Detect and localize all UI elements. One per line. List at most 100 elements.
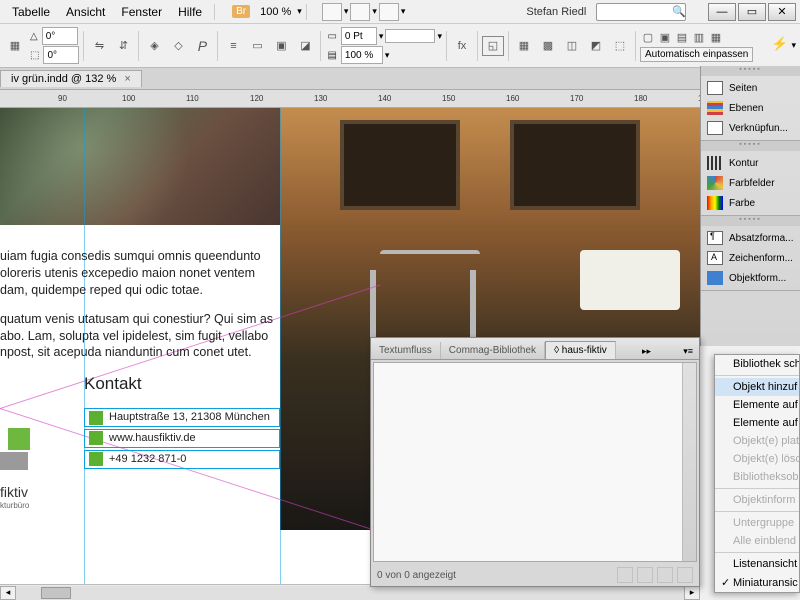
panel-absatz[interactable]: Absatzforma... <box>701 228 800 248</box>
lib-info-icon[interactable] <box>617 567 633 583</box>
text-frame[interactable]: uiam fugia consedis sumqui omnis queendu… <box>0 248 280 471</box>
ctx-item[interactable]: Elemente auf <box>715 414 799 432</box>
contact-phone-row[interactable]: +49 1232 871-0 <box>84 450 280 469</box>
arrange-dropdown[interactable] <box>379 3 399 21</box>
screen-mode-dropdown[interactable] <box>350 3 370 21</box>
panel-zeichen[interactable]: Zeichenform... <box>701 248 800 268</box>
scale-input[interactable] <box>341 46 383 64</box>
search-icon: 🔍 <box>672 5 686 18</box>
character-styles-icon <box>707 251 723 265</box>
panel-handle[interactable]: ▪▪▪▪▪ <box>701 66 800 76</box>
menu-tabelle[interactable]: Tabelle <box>4 3 58 21</box>
textwrap2-icon[interactable]: ▩ <box>537 36 559 56</box>
ctx-item[interactable]: Listenansicht <box>715 555 799 573</box>
ctx-item: Objektinform <box>715 491 799 509</box>
maximize-button[interactable]: ▭ <box>738 3 766 21</box>
wrap3-icon[interactable]: ◪ <box>294 36 316 56</box>
panel-links[interactable]: Verknüpfun... <box>701 118 800 138</box>
panel-ebenen[interactable]: Ebenen <box>701 98 800 118</box>
context-menu: Bibliothek schObjekt hinzufElemente aufE… <box>714 354 800 593</box>
tool-icon[interactable]: ▦ <box>4 36 26 56</box>
control-toolbar: ▦ △ ⬚ ⇋ ⇵ ◈ ◇ P ≡ ▭ ▣ ◪ ▭ ▾ ▾ ▤ ▾ fx <box>0 24 800 68</box>
bridge-button[interactable]: Br <box>232 5 250 18</box>
select-container-icon[interactable]: ◇ <box>167 36 189 56</box>
scroll-left-button[interactable]: ◂ <box>0 586 16 600</box>
fit4-icon[interactable]: ▥ <box>691 30 707 46</box>
textwrap3-icon[interactable]: ◫ <box>561 36 583 56</box>
logo-graphic[interactable] <box>0 428 40 478</box>
scroll-thumb[interactable] <box>41 587 71 599</box>
fit3-icon[interactable]: ▤ <box>674 30 690 46</box>
flip-h-icon[interactable]: ⇋ <box>88 36 110 56</box>
pin-icon <box>89 411 103 425</box>
ctx-item[interactable]: ✓Miniaturansic <box>715 573 799 592</box>
panel-farbe[interactable]: Farbe <box>701 193 800 213</box>
shear-label: ⬚ <box>28 50 41 61</box>
fit2-icon[interactable]: ▣ <box>657 30 673 46</box>
lib-new-icon[interactable] <box>657 567 673 583</box>
textwrap5-icon[interactable]: ⬚ <box>609 36 631 56</box>
ctx-item[interactable]: Elemente auf <box>715 396 799 414</box>
tab-textumfluss[interactable]: Textumfluss <box>371 342 441 359</box>
textwrap1-icon[interactable]: ▦ <box>513 36 535 56</box>
logo-text: fiktiv <box>0 484 28 500</box>
lib-trash-icon[interactable] <box>677 567 693 583</box>
ctx-item[interactable]: Bibliothek sch <box>715 355 799 373</box>
library-panel: Textumfluss Commag-Bibliothek ◊ haus-fik… <box>370 337 700 587</box>
scroll-track[interactable] <box>16 586 684 600</box>
close-button[interactable]: ✕ <box>768 3 796 21</box>
placed-image-rooftop[interactable] <box>0 108 280 225</box>
contact-web-row[interactable]: www.hausfiktiv.de <box>84 429 280 448</box>
menu-ansicht[interactable]: Ansicht <box>58 3 113 21</box>
minimize-button[interactable]: — <box>708 3 736 21</box>
view-mode-dropdown[interactable] <box>322 3 342 21</box>
rotation-input[interactable] <box>42 27 78 45</box>
tab-commag[interactable]: Commag-Bibliothek <box>441 342 545 359</box>
select-content-icon[interactable]: ◈ <box>143 36 165 56</box>
panel-objekt[interactable]: Objektform... <box>701 268 800 288</box>
ctx-item: Bibliotheksob <box>715 468 799 486</box>
bullets-icon[interactable]: ≡ <box>222 36 244 56</box>
stroke-input[interactable] <box>341 27 377 45</box>
logo-subtitle: kturbüro <box>0 501 29 510</box>
stroke-style-dropdown[interactable] <box>385 29 435 43</box>
color-icon <box>707 196 723 210</box>
library-footer: 0 von 0 angezeigt <box>371 564 699 586</box>
library-scrollbar[interactable] <box>682 363 696 561</box>
panel-handle[interactable]: ▪▪▪▪▪ <box>701 141 800 151</box>
scroll-right-button[interactable]: ▸ <box>684 586 700 600</box>
panel-farbfelder[interactable]: Farbfelder <box>701 173 800 193</box>
p-icon[interactable]: P <box>191 36 213 56</box>
library-status: 0 von 0 angezeigt <box>377 570 456 581</box>
wrap-icon[interactable]: ▭ <box>246 36 268 56</box>
ctx-item: Alle einblend <box>715 532 799 550</box>
fit1-icon[interactable]: ▢ <box>640 30 656 46</box>
effects-icon[interactable]: fx <box>451 36 473 56</box>
zoom-display[interactable]: 100 % <box>254 6 297 18</box>
menu-fenster[interactable]: Fenster <box>113 3 170 21</box>
right-panel-dock: ▪▪▪▪▪ Seiten Ebenen Verknüpfun... ▪▪▪▪▪ … <box>700 66 800 346</box>
wrap2-icon[interactable]: ▣ <box>270 36 292 56</box>
doc-tab[interactable]: iv grün.indd @ 132 % × <box>0 70 142 87</box>
panel-kontur[interactable]: Kontur <box>701 153 800 173</box>
menu-hilfe[interactable]: Hilfe <box>170 3 210 21</box>
textwrap4-icon[interactable]: ◩ <box>585 36 607 56</box>
panel-menu-icon[interactable]: ▾≡ <box>677 344 699 359</box>
panel-seiten[interactable]: Seiten <box>701 78 800 98</box>
contact-address-row[interactable]: Hauptstraße 13, 21308 München <box>84 408 280 427</box>
auto-fit-checkbox[interactable]: Automatisch einpassen <box>640 47 753 62</box>
horizontal-ruler[interactable]: 90 100 110 120 130 140 150 160 170 180 1… <box>0 90 700 108</box>
quick-apply-icon[interactable]: ⚡ <box>771 36 789 56</box>
flip-v-icon[interactable]: ⇵ <box>112 36 134 56</box>
shear-input[interactable] <box>43 46 79 64</box>
tab-hausfiktiv[interactable]: ◊ haus-fiktiv <box>545 341 616 359</box>
panel-expand-icon[interactable]: ▸▸ <box>636 344 657 359</box>
library-body[interactable] <box>373 362 697 562</box>
ctx-item[interactable]: Objekt hinzuf <box>715 378 799 396</box>
panel-handle[interactable]: ▪▪▪▪▪ <box>701 216 800 226</box>
close-tab-icon[interactable]: × <box>124 73 130 85</box>
fit5-icon[interactable]: ▦ <box>708 30 724 46</box>
lib-thumb-icon[interactable] <box>637 567 653 583</box>
corner-icon[interactable]: ◱ <box>482 36 504 56</box>
ctx-item: Objekt(e) lösc <box>715 450 799 468</box>
